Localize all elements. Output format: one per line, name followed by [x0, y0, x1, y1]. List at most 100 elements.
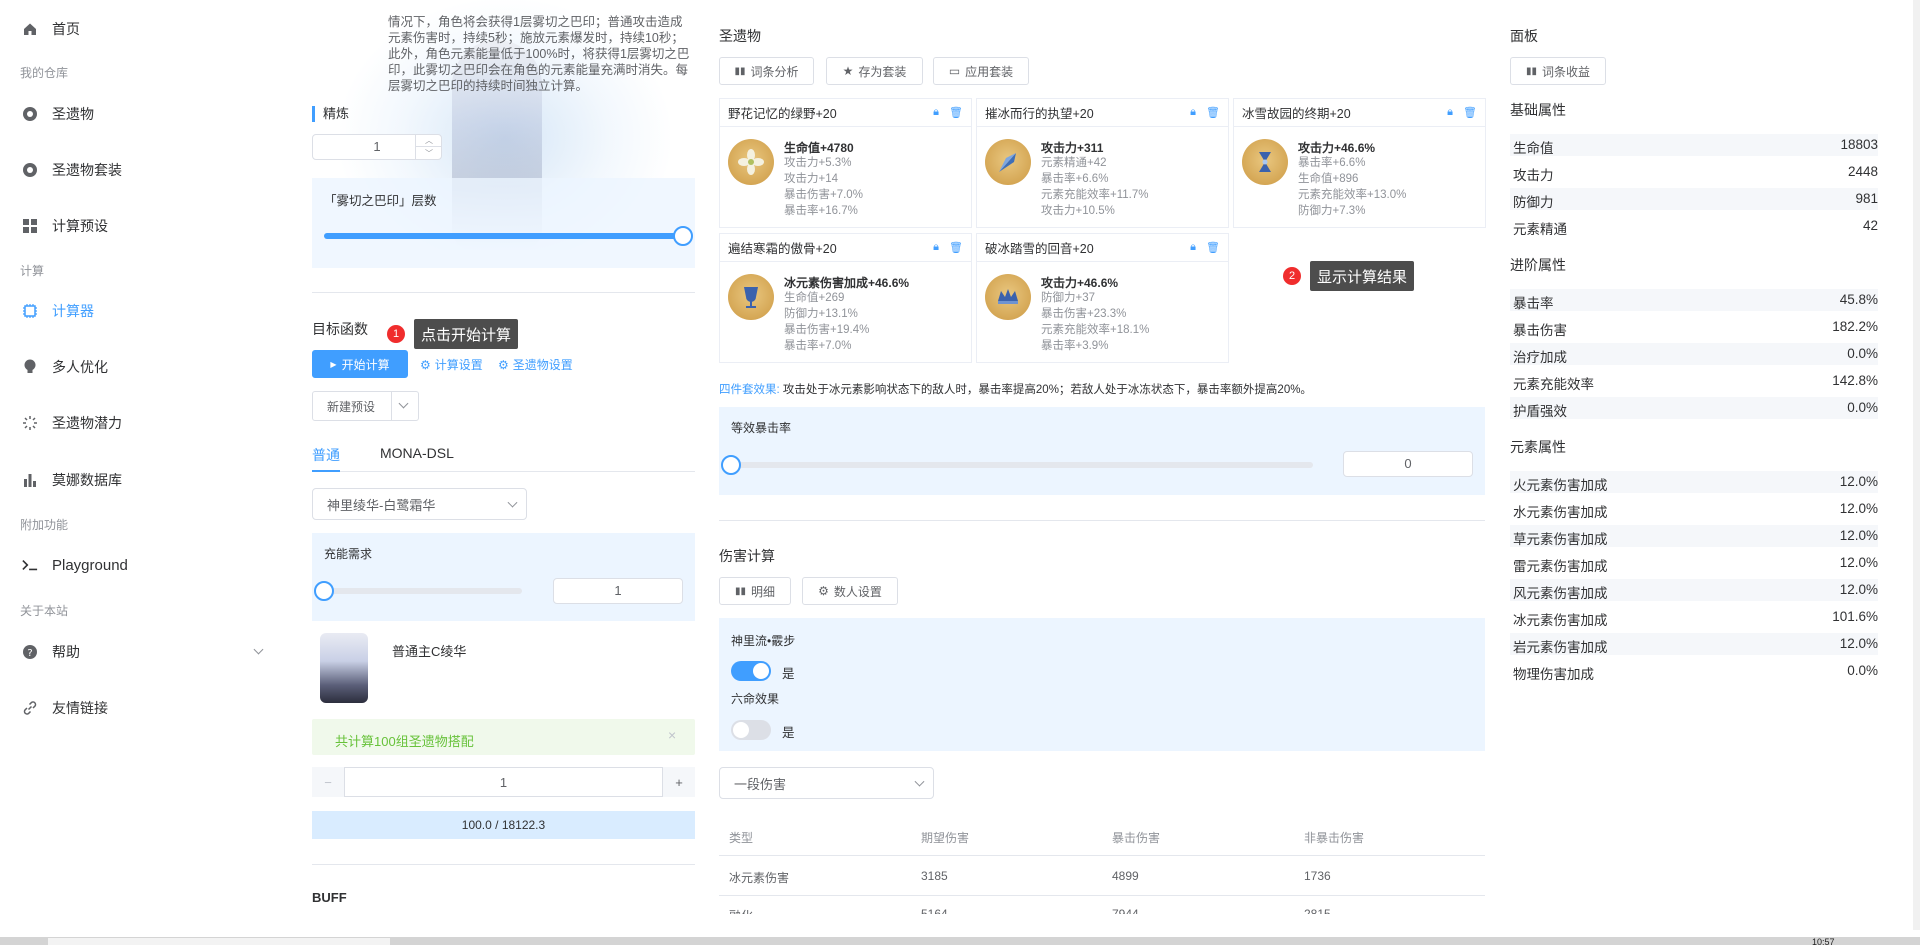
- artifact-name: 遍结寒霜的傲骨+20: [728, 242, 837, 256]
- enemy-settings-button[interactable]: ⚙ 数人设置: [802, 577, 898, 605]
- trash-icon[interactable]: 🗑︎: [1463, 106, 1477, 119]
- substat: 元素精通+42: [1041, 157, 1107, 169]
- trash-icon[interactable]: 🗑︎: [949, 106, 963, 119]
- close-icon[interactable]: ×: [668, 727, 676, 743]
- increment-button[interactable]: +: [662, 767, 695, 797]
- sidebar-item-database[interactable]: 莫娜数据库: [22, 468, 122, 492]
- energy-slider-thumb[interactable]: [314, 581, 334, 601]
- detail-button[interactable]: ▮▮ 明细: [719, 577, 791, 605]
- apply-set-label: 应用套装: [965, 64, 1014, 79]
- trash-icon[interactable]: 🗑︎: [1206, 241, 1220, 254]
- stat-key: 火元素伤害加成: [1513, 478, 1608, 493]
- flower-icon: [728, 139, 774, 185]
- stat-key: 雷元素伤害加成: [1513, 559, 1608, 574]
- sidebar-item-potential[interactable]: 圣遗物潜力: [22, 411, 122, 435]
- lock-icon[interactable]: 🔒︎: [1190, 106, 1196, 119]
- equiv-crit-slider-track[interactable]: [731, 462, 1313, 468]
- advanced-title: 进阶属性: [1510, 257, 1566, 273]
- sidebar-item-home[interactable]: 首页: [22, 17, 80, 41]
- artifact-card[interactable]: 破冰踏雪的回音+20 🔒︎ 🗑︎ 攻击力+46.6% 防御力+37 暴击伤害+23.3…: [976, 233, 1229, 363]
- enemy-settings-label: 数人设置: [833, 584, 882, 599]
- lock-icon[interactable]: 🔒︎: [1447, 106, 1453, 119]
- decrement-button[interactable]: −: [312, 767, 345, 797]
- start-calc-button[interactable]: ▶ 开始计算: [312, 350, 408, 378]
- six-toggle[interactable]: [731, 720, 771, 740]
- alert-text: 共计算100组圣遗物搭配: [335, 734, 474, 749]
- skill-select[interactable]: 一段伤害: [719, 767, 934, 799]
- chevron-down-icon[interactable]: [253, 644, 264, 655]
- artifact-main-stat: 攻击力+46.6%: [1298, 141, 1376, 155]
- stat-row: 雷元素伤害加成 12.0%: [1510, 552, 1878, 574]
- stat-row: 暴击率 45.8%: [1510, 289, 1878, 311]
- stat-key: 防御力: [1513, 195, 1554, 210]
- stat-analysis-button[interactable]: ▮▮ 词条分析: [719, 57, 814, 85]
- tab-mona-dsl[interactable]: MONA-DSL: [380, 445, 454, 461]
- six-label: 六命效果: [731, 692, 780, 706]
- artifact-card[interactable]: 野花记忆的绿野+20 🔒︎ 🗑︎ 生命值+4780 攻击力+5.3% 攻击力+14 暴击…: [719, 98, 972, 228]
- trash-icon[interactable]: 🗑︎: [1206, 106, 1220, 119]
- sidebar-item-multi-opt[interactable]: 多人优化: [22, 355, 108, 379]
- chevron-down-icon[interactable]: ﹀: [416, 147, 442, 159]
- stat-row: 冰元素伤害加成 101.6%: [1510, 606, 1878, 628]
- stat-value: 45.8%: [1839, 292, 1878, 307]
- equiv-crit-slider-thumb[interactable]: [721, 455, 741, 475]
- artifact-settings-button[interactable]: ⚙ 圣遗物设置: [498, 356, 573, 373]
- save-set-button[interactable]: ★ 存为套装: [826, 57, 923, 85]
- refine-stepper[interactable]: ︿ ﹀: [415, 134, 442, 160]
- stat-row: 生命值 18803: [1510, 134, 1878, 156]
- artifact-card[interactable]: 冰雪故园的终期+20 🔒︎ 🗑︎ 攻击力+46.6% 暴击率+6.6% 生命值+896…: [1233, 98, 1486, 228]
- svg-text:?: ?: [27, 648, 32, 659]
- skill-toggle[interactable]: [731, 661, 771, 681]
- stat-key: 攻击力: [1513, 168, 1554, 183]
- artifact-card[interactable]: 摧冰而行的执望+20 🔒︎ 🗑︎ 攻击力+311 元素精通+42 暴击率+6.6% 元素…: [976, 98, 1229, 228]
- energy-input[interactable]: 1: [553, 578, 683, 604]
- nav-group-extra: 附加功能: [20, 518, 69, 532]
- stat-row: 物理伤害加成 0.0%: [1510, 660, 1878, 682]
- sidebar-item-help[interactable]: ? 帮助: [22, 640, 80, 664]
- stack-slider-thumb[interactable]: [673, 226, 693, 246]
- stat-value: 18803: [1840, 137, 1878, 152]
- sidebar-item-links[interactable]: 友情链接: [22, 696, 108, 720]
- apply-set-button[interactable]: ▭ 应用套装: [933, 57, 1029, 85]
- folder-icon: ▭: [948, 64, 961, 78]
- tip-badge-2: 2: [1283, 267, 1301, 285]
- sidebar-item-presets[interactable]: 计算预设: [22, 214, 108, 238]
- chevron-up-icon[interactable]: ︿: [416, 134, 442, 147]
- equiv-crit-label: 等效暴击率: [731, 421, 792, 435]
- stat-value: 12.0%: [1839, 582, 1878, 597]
- substat: 暴击率+6.6%: [1041, 173, 1109, 185]
- sidebar-item-artifacts[interactable]: 圣遗物: [22, 102, 94, 126]
- target-select[interactable]: 神里绫华-白鹭霜华: [312, 488, 527, 520]
- bar-chart-icon: ▮▮: [734, 585, 746, 597]
- stat-value: 981: [1855, 191, 1878, 206]
- stat-row: 草元素伤害加成 12.0%: [1510, 525, 1878, 547]
- gear-icon: ⚙: [420, 357, 431, 372]
- stat-key: 草元素伤害加成: [1513, 532, 1608, 547]
- scrollbar-thumb[interactable]: [48, 938, 390, 945]
- equiv-crit-input[interactable]: 0: [1343, 451, 1473, 477]
- vertical-scrollbar[interactable]: [1913, 0, 1920, 930]
- divider: [312, 292, 695, 293]
- sidebar-item-artifact-sets[interactable]: 圣遗物套装: [22, 158, 122, 182]
- toggle-knob: [753, 663, 769, 679]
- energy-slider-track[interactable]: [324, 588, 522, 594]
- sidebar-item-playground[interactable]: Playground: [22, 553, 128, 577]
- calc-settings-button[interactable]: ⚙ 计算设置: [420, 356, 483, 373]
- lock-icon[interactable]: 🔒︎: [1190, 241, 1196, 254]
- substat: 暴击率+6.6%: [1298, 157, 1366, 169]
- trash-icon[interactable]: 🗑︎: [949, 241, 963, 254]
- sidebar-item-calculator[interactable]: 计算器: [22, 299, 94, 323]
- tip-tooltip-1: 点击开始计算: [414, 319, 519, 349]
- flower-icon: [22, 162, 38, 178]
- tab-normal[interactable]: 普通: [312, 445, 340, 465]
- skill-label: 神里流•霰步: [731, 634, 796, 648]
- lock-icon[interactable]: 🔒︎: [933, 106, 939, 119]
- stat-row: 暴击伤害 182.2%: [1510, 316, 1878, 338]
- table-cell: 1736: [1304, 869, 1331, 883]
- lock-icon[interactable]: 🔒︎: [933, 241, 939, 254]
- artifact-substats: 元素精通+42 暴击率+6.6% 元素充能效率+11.7% 攻击力+10.5%: [1041, 155, 1148, 219]
- artifact-card[interactable]: 遍结寒霜的傲骨+20 🔒︎ 🗑︎ 冰元素伤害加成+46.6% 生命值+269 防御力+…: [719, 233, 972, 363]
- stat-key: 水元素伤害加成: [1513, 505, 1608, 520]
- stat-gain-button[interactable]: ▮▮ 词条收益: [1510, 57, 1606, 85]
- stat-key: 治疗加成: [1513, 350, 1567, 365]
